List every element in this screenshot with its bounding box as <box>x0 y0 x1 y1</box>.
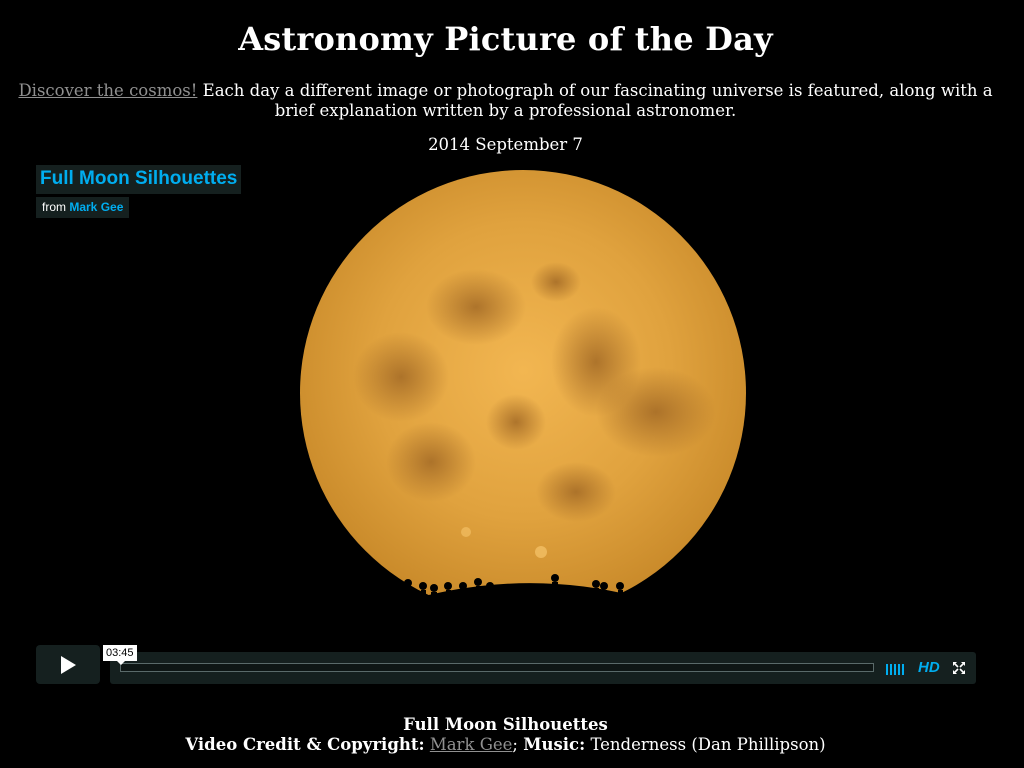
play-icon <box>61 655 76 674</box>
volume-bar <box>886 664 888 675</box>
hd-button[interactable]: HD <box>918 659 940 677</box>
intro-paragraph: Discover the cosmos! Each day a differen… <box>8 81 1003 120</box>
music-value: Tenderness (Dan Phillipson) <box>590 735 826 754</box>
credit-author-link[interactable]: Mark Gee <box>430 735 513 754</box>
volume-bar <box>898 664 900 675</box>
page-title: Astronomy Picture of the Day <box>238 20 773 58</box>
music-label: Music: <box>523 735 586 754</box>
caption-title: Full Moon Silhouettes <box>403 715 608 734</box>
video-title[interactable]: Full Moon Silhouettes <box>36 165 242 194</box>
video-byline: from Mark Gee <box>36 197 130 218</box>
caption-credit: Video Credit & Copyright: Mark Gee; Musi… <box>0 735 1011 754</box>
volume-bar <box>890 664 892 675</box>
credit-separator: ; <box>512 735 518 754</box>
intro-text: Each day a different image or photograph… <box>197 81 993 120</box>
video-player[interactable]: Full Moon Silhouettes from Mark Gee HD 0… <box>36 162 976 690</box>
page-date: 2014 September 7 <box>428 135 583 154</box>
moon-video-frame[interactable] <box>36 162 976 690</box>
time-tooltip: 03:45 <box>103 645 137 665</box>
volume-bar <box>902 664 904 675</box>
byline-prefix: from <box>42 200 70 214</box>
video-control-bar: HD <box>110 652 976 684</box>
discover-cosmos-link[interactable]: Discover the cosmos! <box>18 81 197 100</box>
fullscreen-icon[interactable] <box>952 661 966 675</box>
full-moon <box>300 170 746 616</box>
byline-author-link[interactable]: Mark Gee <box>69 200 123 214</box>
volume-bars-icon[interactable] <box>886 661 904 675</box>
volume-bar <box>894 664 896 675</box>
play-button[interactable] <box>36 645 100 684</box>
credit-label: Video Credit & Copyright: <box>185 735 425 754</box>
progress-bar[interactable] <box>120 663 874 672</box>
